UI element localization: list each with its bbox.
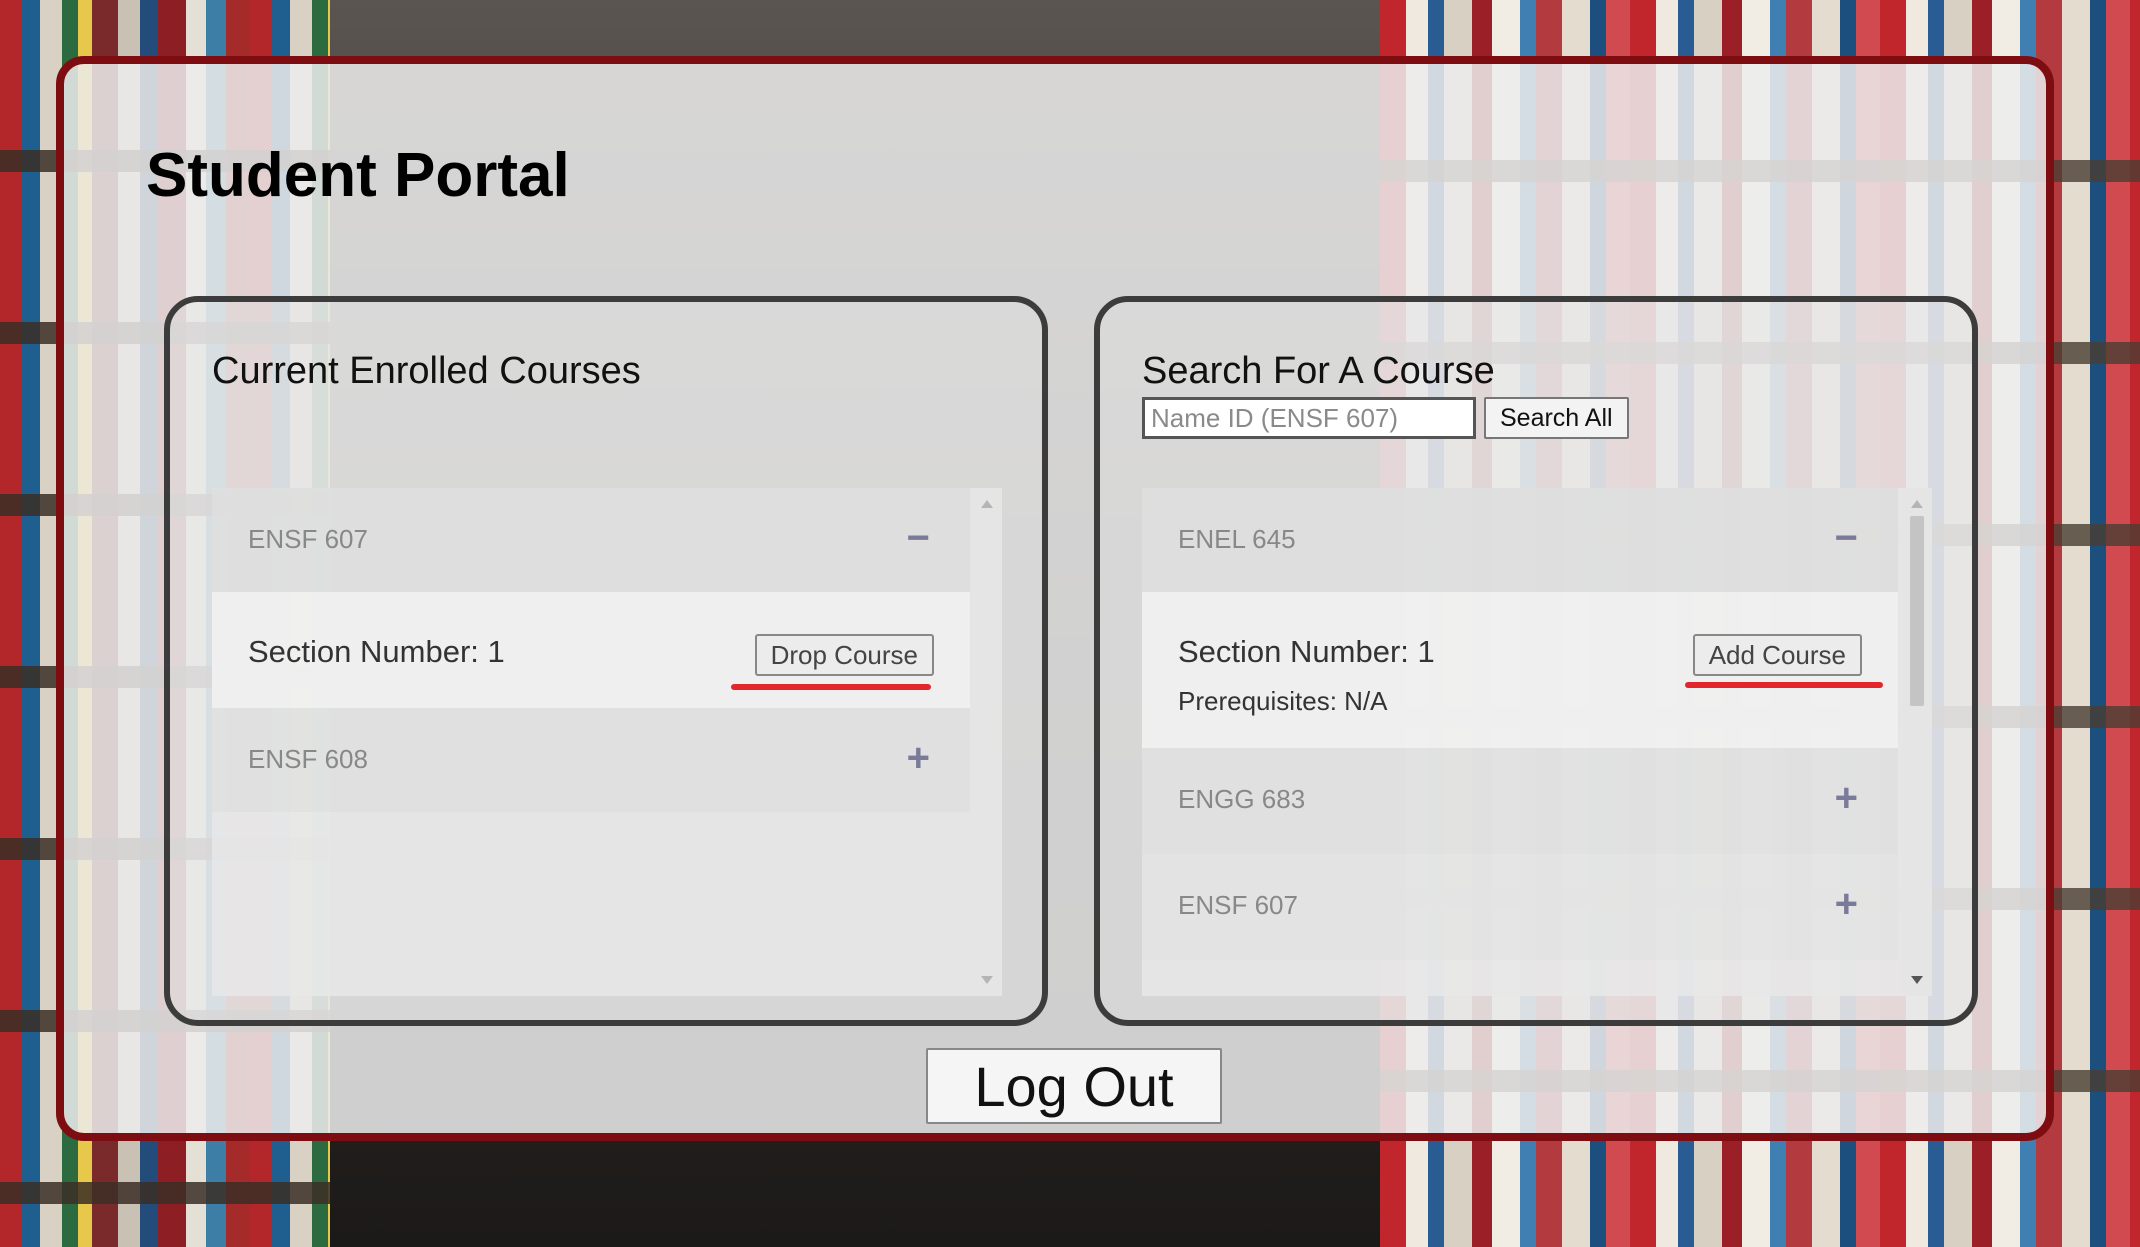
search-course-panel: Search For A Course Search All ENEL 645 … bbox=[1094, 296, 1978, 1026]
page-title: Student Portal bbox=[146, 141, 570, 210]
plus-icon[interactable]: + bbox=[1835, 882, 1858, 926]
plus-icon[interactable]: + bbox=[1835, 776, 1858, 820]
course-code: ENGG 683 bbox=[1178, 784, 1306, 814]
section-number: Section Number: 1 bbox=[248, 634, 505, 669]
search-all-button[interactable]: Search All bbox=[1484, 397, 1629, 439]
course-row-ensf-607[interactable]: ENSF 607 + bbox=[1142, 854, 1898, 960]
course-row-enel-645[interactable]: ENEL 645 − bbox=[1142, 488, 1898, 592]
course-row-ensf-607[interactable]: ENSF 607 − bbox=[212, 488, 970, 592]
enrolled-courses-list[interactable]: ENSF 607 − Section Number: 1 Drop Course… bbox=[212, 488, 1002, 996]
enrolled-courses-heading: Current Enrolled Courses bbox=[212, 350, 641, 392]
course-detail-ensf-607: Section Number: 1 Drop Course bbox=[212, 592, 970, 708]
search-results-list[interactable]: ENEL 645 − Section Number: 1 Prerequisit… bbox=[1142, 488, 1932, 996]
log-out-button[interactable]: Log Out bbox=[926, 1048, 1222, 1124]
course-detail-enel-645: Section Number: 1 Prerequisites: N/A Add… bbox=[1142, 592, 1898, 748]
course-code: ENEL 645 bbox=[1178, 524, 1296, 554]
course-row-ensf-608[interactable]: ENSF 608 + bbox=[212, 708, 970, 812]
scroll-up-arrow-icon[interactable] bbox=[1911, 500, 1923, 508]
search-bar: Search All bbox=[1142, 397, 1629, 439]
drop-course-button[interactable]: Drop Course bbox=[754, 634, 934, 676]
plus-icon[interactable]: + bbox=[907, 736, 930, 780]
enrolled-list-scrollbar[interactable] bbox=[972, 488, 1002, 996]
course-code: ENSF 607 bbox=[1178, 890, 1298, 920]
search-course-heading: Search For A Course bbox=[1142, 350, 1495, 392]
course-code: ENSF 607 bbox=[248, 524, 368, 554]
prerequisites: Prerequisites: N/A bbox=[1178, 686, 1388, 716]
enrolled-courses-panel: Current Enrolled Courses ENSF 607 − Sect… bbox=[164, 296, 1048, 1026]
course-search-input[interactable] bbox=[1142, 397, 1476, 439]
add-course-button[interactable]: Add Course bbox=[1692, 634, 1862, 676]
course-row-engg-683[interactable]: ENGG 683 + bbox=[1142, 748, 1898, 854]
scroll-thumb[interactable] bbox=[1910, 516, 1924, 706]
scroll-up-arrow-icon[interactable] bbox=[981, 500, 993, 508]
search-list-scrollbar[interactable] bbox=[1902, 488, 1932, 996]
drop-course-highlight bbox=[731, 684, 931, 690]
add-course-highlight bbox=[1685, 682, 1883, 688]
scroll-down-arrow-icon[interactable] bbox=[981, 976, 993, 984]
scroll-down-arrow-icon[interactable] bbox=[1911, 976, 1923, 984]
course-code: ENSF 608 bbox=[248, 744, 368, 774]
section-number: Section Number: 1 bbox=[1178, 634, 1435, 669]
minus-icon[interactable]: − bbox=[1835, 516, 1858, 560]
minus-icon[interactable]: − bbox=[907, 516, 930, 560]
